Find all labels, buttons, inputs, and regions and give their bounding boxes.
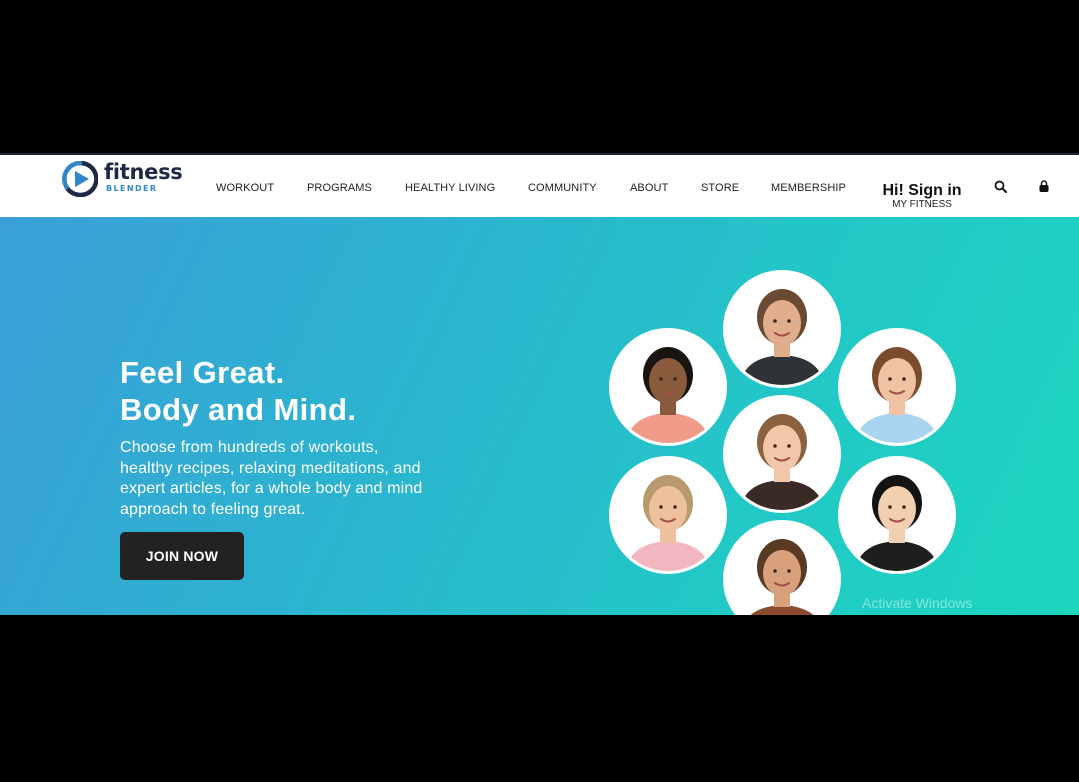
- trainer-avatar-3[interactable]: [838, 328, 956, 446]
- nav-programs[interactable]: PROGRAMS: [307, 181, 372, 195]
- nav-store[interactable]: STORE: [701, 181, 739, 195]
- trainer-portrait: [841, 459, 953, 571]
- trainer-portrait: [726, 273, 838, 385]
- play-logo-icon: [62, 161, 98, 197]
- trainer-portrait: [726, 523, 838, 615]
- hero-title-line-1: Feel Great.: [120, 355, 285, 390]
- my-fitness-label: MY FITNESS: [892, 199, 952, 210]
- trainer-portrait: [612, 331, 724, 443]
- join-now-button[interactable]: JOIN NOW: [120, 532, 244, 580]
- sign-in-label: Hi! Sign in: [882, 182, 962, 199]
- nav-membership[interactable]: MEMBERSHIP: [771, 181, 846, 195]
- shopping-bag-icon[interactable]: [1036, 179, 1052, 195]
- activate-windows-watermark: Activate Windows: [862, 595, 973, 611]
- trainer-avatar-6[interactable]: [838, 456, 956, 574]
- hero-section: Feel Great. Body and Mind. Choose from h…: [0, 217, 1079, 615]
- nav-workout[interactable]: WORKOUT: [216, 181, 274, 195]
- search-icon[interactable]: [993, 179, 1009, 195]
- trainer-avatar-1[interactable]: [609, 328, 727, 446]
- trainer-avatar-4[interactable]: [723, 395, 841, 513]
- trainer-avatar-5[interactable]: [609, 456, 727, 574]
- browser-viewport: fitness BLENDER WORKOUT PROGRAMS HEALTHY…: [0, 153, 1079, 615]
- hero-title-line-2: Body and Mind.: [120, 392, 357, 427]
- trainer-portrait: [726, 398, 838, 510]
- sign-in-link[interactable]: Hi! Sign in MY FITNESS: [872, 181, 972, 211]
- hero-title: Feel Great. Body and Mind.: [120, 354, 356, 428]
- nav-healthy-living[interactable]: HEALTHY LIVING: [405, 181, 495, 195]
- nav-community[interactable]: COMMUNITY: [528, 181, 597, 195]
- site-header: fitness BLENDER WORKOUT PROGRAMS HEALTHY…: [0, 153, 1079, 217]
- hero-description: Choose from hundreds of workouts, health…: [120, 439, 423, 518]
- brand-name: fitness: [104, 160, 183, 184]
- fitness-blender-logo[interactable]: fitness BLENDER: [62, 159, 192, 199]
- trainer-portrait: [841, 331, 953, 443]
- trainer-portrait: [612, 459, 724, 571]
- brand-subtitle: BLENDER: [106, 184, 158, 193]
- trainer-avatar-2[interactable]: [723, 270, 841, 388]
- nav-about[interactable]: ABOUT: [630, 181, 668, 195]
- trainer-avatar-7[interactable]: [723, 520, 841, 615]
